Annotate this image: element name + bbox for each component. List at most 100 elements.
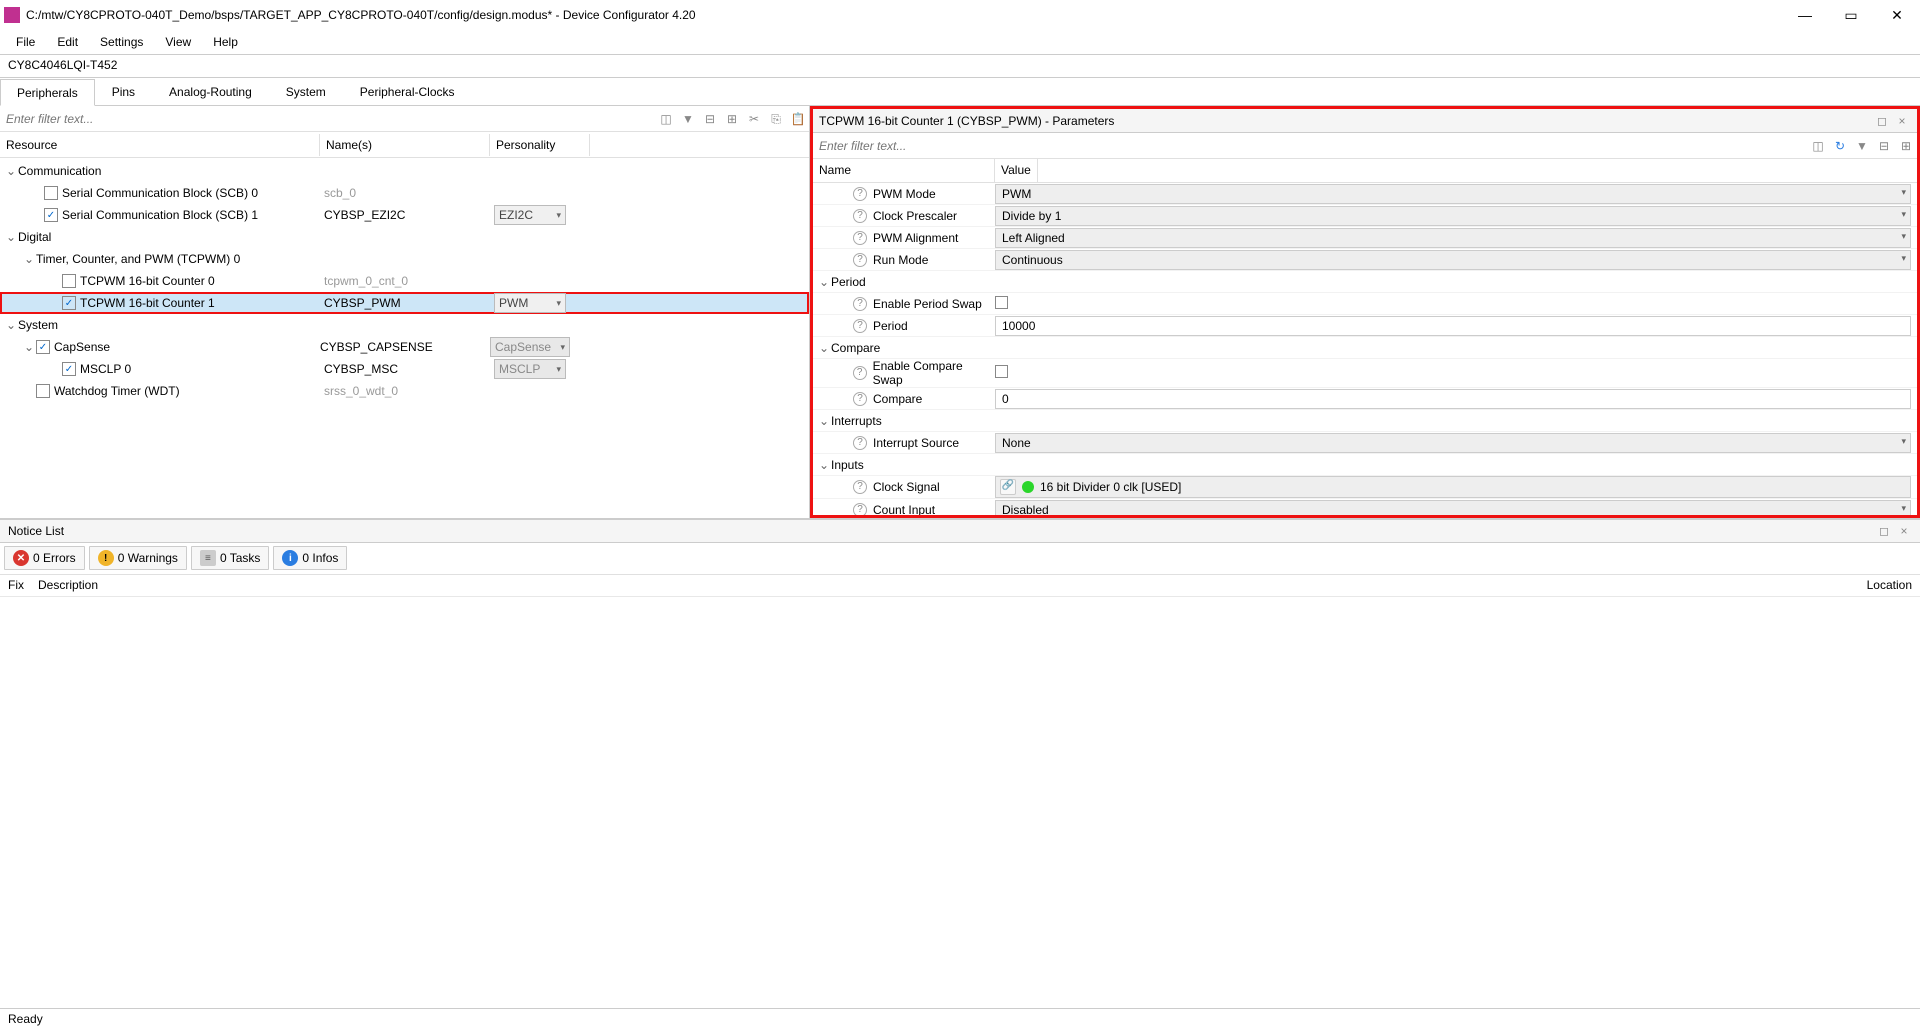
tree-item-capsense[interactable]: ⌄ ✓ CapSense CYBSP_CAPSENSE CapSense▾ [0,336,809,358]
tree-group-tcpwm[interactable]: ⌄ Timer, Counter, and PWM (TCPWM) 0 [0,248,809,270]
expand-icon[interactable]: ⊞ [722,109,742,129]
tree-group-communication[interactable]: ⌄ Communication [0,160,809,182]
enable-period-swap-checkbox[interactable] [995,296,1008,309]
param-col-name[interactable]: Name [813,159,995,182]
tree-item-wdt[interactable]: Watchdog Timer (WDT) srss_0_wdt_0 [0,380,809,402]
col-personality[interactable]: Personality [490,134,590,156]
checkbox[interactable] [36,384,50,398]
tree-item-scb1[interactable]: ✓ Serial Communication Block (SCB) 1 CYB… [0,204,809,226]
menu-view[interactable]: View [155,33,201,51]
link-icon[interactable]: 🔗 [1000,479,1016,495]
expand-icon[interactable]: ⊞ [1896,136,1916,156]
refresh-icon[interactable]: ↻ [1830,136,1850,156]
undock-icon[interactable]: ◻ [1873,114,1891,128]
device-tab[interactable]: CY8C4046LQI-T452 [0,54,1920,78]
tab-pins[interactable]: Pins [95,78,152,105]
warnings-pill[interactable]: !0 Warnings [89,546,187,570]
app-icon [4,7,20,23]
period-input[interactable]: 10000 [995,316,1911,336]
tasks-pill[interactable]: ≡0 Tasks [191,546,269,570]
checkbox[interactable]: ✓ [62,362,76,376]
help-icon[interactable]: ? [853,209,867,223]
filter-icon[interactable]: ▼ [678,109,698,129]
tree-item-msclp[interactable]: ✓ MSCLP 0 CYBSP_MSC MSCLP▾ [0,358,809,380]
tab-peripheral-clocks[interactable]: Peripheral-Clocks [343,78,472,105]
infos-pill[interactable]: i0 Infos [273,546,347,570]
undock-icon[interactable]: ◻ [1876,524,1892,538]
chevron-down-icon[interactable]: ⌄ [4,164,18,178]
count-input-select[interactable]: Disabled▾ [995,500,1911,515]
personality-select: MSCLP▾ [494,359,566,379]
paste-icon[interactable]: 📋 [788,109,808,129]
compare-input[interactable]: 0 [995,389,1911,409]
cut-icon[interactable]: ✂ [744,109,764,129]
chevron-down-icon[interactable]: ⌄ [817,458,831,472]
notice-list-header: Notice List ◻ × [0,519,1920,543]
collapse-icon[interactable]: ⊟ [1874,136,1894,156]
personality-select[interactable]: PWM▾ [494,293,566,313]
copy-icon[interactable]: ⎘ [766,109,786,129]
tab-peripherals[interactable]: Peripherals [0,79,95,106]
menu-file[interactable]: File [6,33,45,51]
tab-analog-routing[interactable]: Analog-Routing [152,78,269,105]
menu-help[interactable]: Help [203,33,248,51]
help-icon[interactable]: ? [853,319,867,333]
close-icon[interactable]: × [1896,524,1912,538]
help-icon[interactable]: ? [853,187,867,201]
help-icon[interactable]: ? [853,436,867,450]
menu-settings[interactable]: Settings [90,33,153,51]
tree-item-counter1[interactable]: ✓ TCPWM 16-bit Counter 1 CYBSP_PWM PWM▾ [0,292,809,314]
params-filter-input[interactable] [813,139,1807,153]
checkbox[interactable] [62,274,76,288]
chevron-down-icon[interactable]: ⌄ [22,252,36,266]
help-icon[interactable]: ? [853,503,867,515]
checkbox[interactable]: ✓ [36,340,50,354]
help-icon[interactable]: ? [853,366,867,380]
chevron-down-icon[interactable]: ⌄ [817,275,831,289]
checkbox[interactable]: ✓ [44,208,58,222]
personality-select[interactable]: EZI2C▾ [494,205,566,225]
checkbox[interactable] [44,186,58,200]
chevron-down-icon[interactable]: ⌄ [817,414,831,428]
help-icon[interactable]: ? [853,480,867,494]
col-names[interactable]: Name(s) [320,134,490,156]
minimize-button[interactable]: — [1782,0,1828,30]
close-button[interactable]: ✕ [1874,0,1920,30]
chevron-down-icon[interactable]: ⌄ [817,341,831,355]
resource-tree: ⌄ Communication Serial Communication Blo… [0,158,809,518]
tree-item-scb0[interactable]: Serial Communication Block (SCB) 0 scb_0 [0,182,809,204]
chevron-down-icon[interactable]: ⌄ [22,340,36,354]
tree-group-system[interactable]: ⌄ System [0,314,809,336]
tree-group-digital[interactable]: ⌄ Digital [0,226,809,248]
pwm-alignment-select[interactable]: Left Aligned▾ [995,228,1911,248]
clear-icon[interactable]: ◫ [1808,136,1828,156]
tab-system[interactable]: System [269,78,343,105]
interrupt-source-select[interactable]: None▾ [995,433,1911,453]
chevron-down-icon[interactable]: ⌄ [4,318,18,332]
help-icon[interactable]: ? [853,231,867,245]
pwm-mode-select[interactable]: PWM▾ [995,184,1911,204]
chevron-down-icon[interactable]: ⌄ [4,230,18,244]
enable-compare-swap-checkbox[interactable] [995,365,1008,378]
close-panel-icon[interactable]: × [1893,114,1911,128]
run-mode-select[interactable]: Continuous▾ [995,250,1911,270]
resource-filter-input[interactable] [0,112,655,126]
errors-pill[interactable]: ✕0 Errors [4,546,85,570]
maximize-button[interactable]: ▭ [1828,0,1874,30]
tree-item-counter0[interactable]: TCPWM 16-bit Counter 0 tcpwm_0_cnt_0 [0,270,809,292]
window-title: C:/mtw/CY8CPROTO-040T_Demo/bsps/TARGET_A… [26,8,1782,22]
help-icon[interactable]: ? [853,253,867,267]
checkbox[interactable]: ✓ [62,296,76,310]
title-bar: C:/mtw/CY8CPROTO-040T_Demo/bsps/TARGET_A… [0,0,1920,30]
clock-signal-field[interactable]: 🔗16 bit Divider 0 clk [USED] [995,476,1911,498]
help-icon[interactable]: ? [853,297,867,311]
collapse-icon[interactable]: ⊟ [700,109,720,129]
clear-filter-icon[interactable]: ◫ [656,109,676,129]
param-col-value[interactable]: Value [995,159,1038,182]
filter-icon[interactable]: ▼ [1852,136,1872,156]
notice-columns: Fix Description Location [0,575,1920,597]
help-icon[interactable]: ? [853,392,867,406]
menu-edit[interactable]: Edit [47,33,88,51]
col-resource[interactable]: Resource [0,134,320,156]
clock-prescaler-select[interactable]: Divide by 1▾ [995,206,1911,226]
